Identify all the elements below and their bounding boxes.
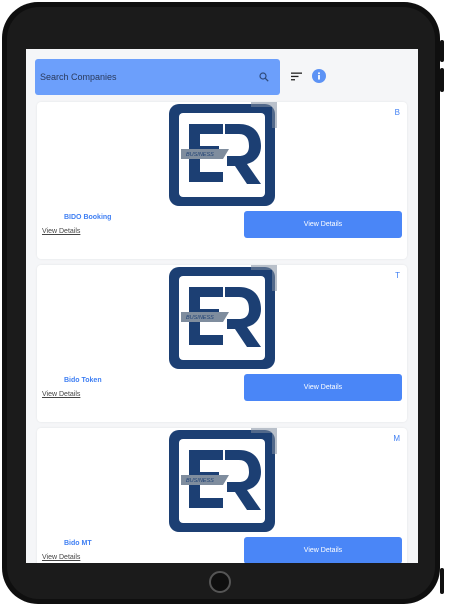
view-details-link[interactable]: View Details bbox=[42, 554, 80, 561]
company-logo: BUSINESS bbox=[169, 265, 277, 369]
info-icon[interactable] bbox=[312, 69, 326, 83]
logo-text: BUSINESS bbox=[186, 315, 214, 321]
company-name: Bido MT bbox=[64, 540, 92, 547]
company-card-bido-booking: BUSINESS B BIDO Booking View Details Vie… bbox=[37, 102, 407, 259]
side-button-lower bbox=[440, 568, 444, 594]
top-bar bbox=[26, 49, 418, 99]
side-button-middle bbox=[440, 68, 444, 92]
home-button[interactable] bbox=[209, 571, 231, 593]
filter-sort-icon[interactable] bbox=[289, 69, 303, 83]
company-name: BIDO Booking bbox=[64, 214, 112, 221]
view-details-button[interactable]: View Details bbox=[244, 374, 402, 401]
side-button-upper bbox=[440, 40, 444, 62]
view-details-button[interactable]: View Details bbox=[244, 211, 402, 238]
company-logo: BUSINESS bbox=[169, 102, 277, 206]
search-icon[interactable] bbox=[258, 71, 270, 83]
company-card-bido-mt: BUSINESS M Bido MT View Details View Det… bbox=[37, 428, 407, 563]
logo-text: BUSINESS bbox=[186, 152, 214, 158]
view-details-link[interactable]: View Details bbox=[42, 391, 80, 398]
company-logo: BUSINESS bbox=[169, 428, 277, 532]
company-list: BUSINESS B BIDO Booking View Details Vie… bbox=[37, 102, 407, 563]
logo-text: BUSINESS bbox=[186, 478, 214, 484]
search-input[interactable] bbox=[40, 72, 258, 82]
company-initial-badge: T bbox=[395, 271, 400, 280]
app-screen: BUSINESS B BIDO Booking View Details Vie… bbox=[26, 49, 418, 563]
view-details-link[interactable]: View Details bbox=[42, 228, 80, 235]
search-bar[interactable] bbox=[35, 59, 280, 95]
company-card-bido-token: BUSINESS T Bido Token View Details View … bbox=[37, 265, 407, 422]
view-details-button[interactable]: View Details bbox=[244, 537, 402, 563]
company-initial-badge: B bbox=[394, 108, 400, 117]
company-name: Bido Token bbox=[64, 377, 102, 384]
company-initial-badge: M bbox=[393, 434, 400, 443]
